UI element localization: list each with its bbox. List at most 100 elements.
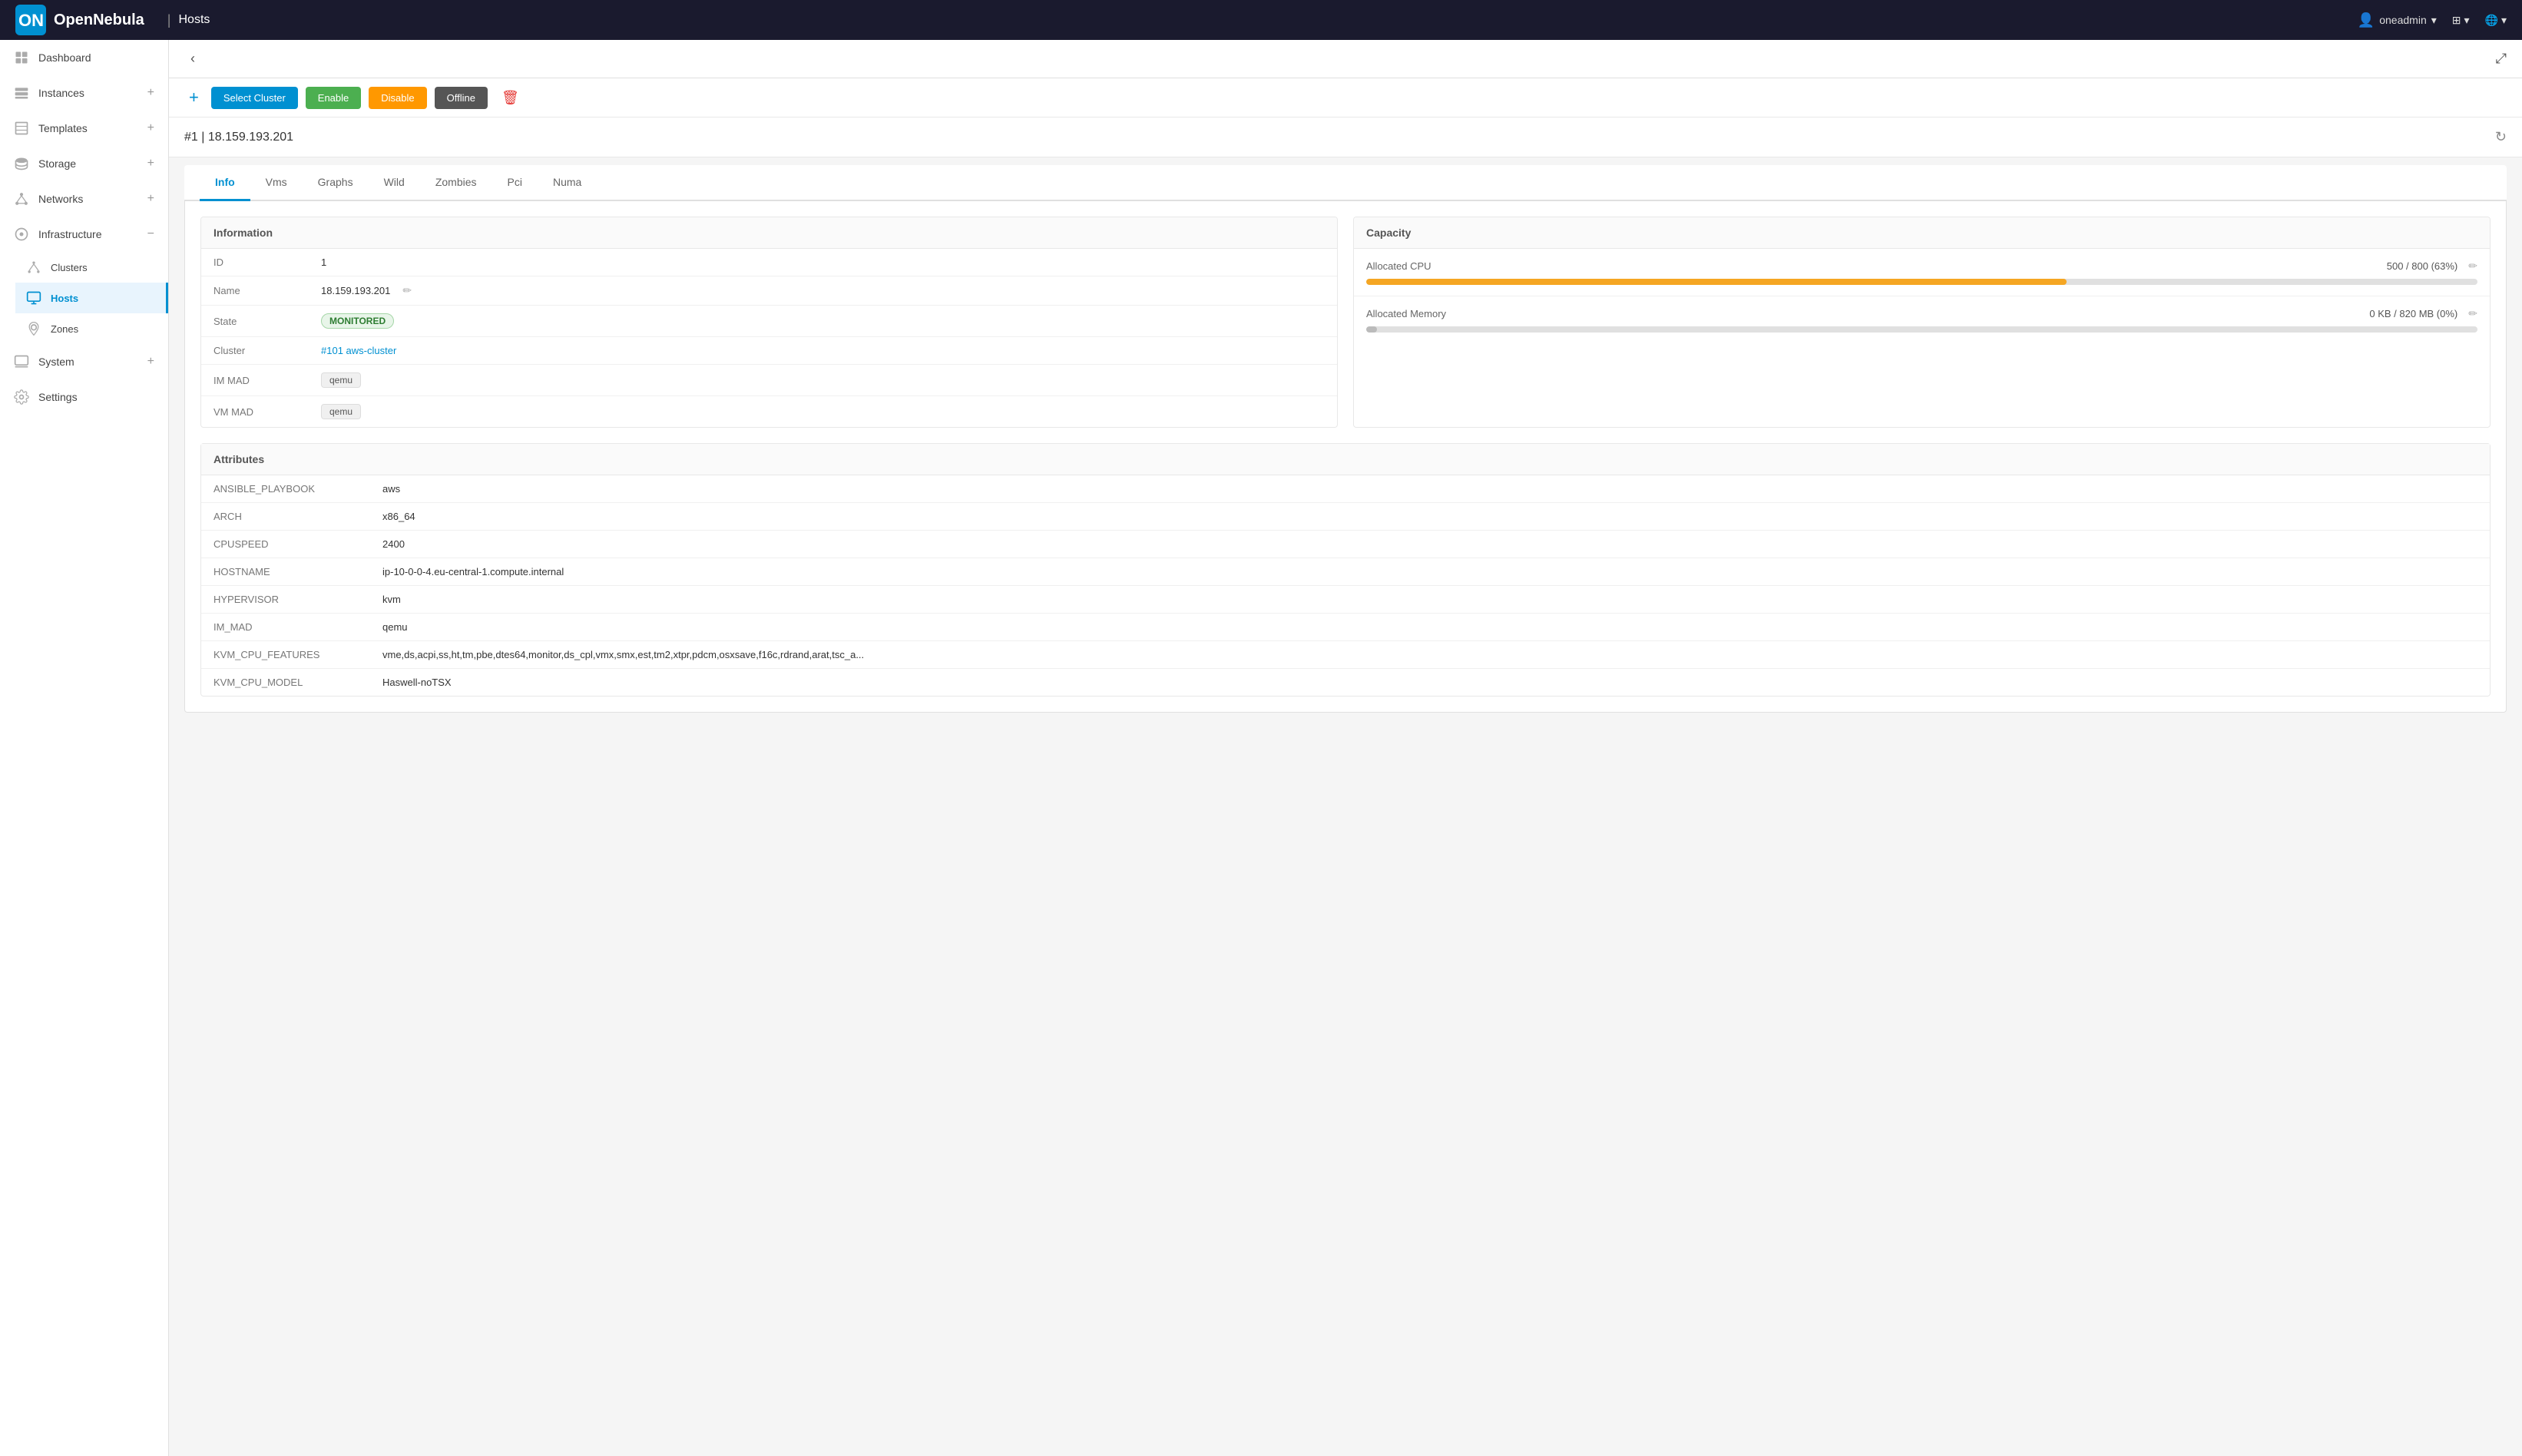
select-cluster-button[interactable]: Select Cluster	[211, 87, 298, 109]
capacity-label-memory: Allocated Memory	[1366, 308, 1446, 319]
attr-label-kvm-cpu-model: KVM_CPU_MODEL	[213, 677, 382, 688]
instances-expand-icon[interactable]: +	[147, 86, 154, 100]
attributes-panel: Attributes ANSIBLE_PLAYBOOK aws ARCH x86…	[200, 443, 2491, 697]
tab-vms[interactable]: Vms	[250, 165, 303, 201]
sidebar-label-storage: Storage	[38, 157, 76, 170]
capacity-edit-cpu[interactable]: ✏	[2468, 260, 2477, 273]
sidebar-label-instances: Instances	[38, 87, 84, 99]
disable-button[interactable]: Disable	[369, 87, 426, 109]
attr-label-ansible: ANSIBLE_PLAYBOOK	[213, 483, 382, 495]
sidebar-label-hosts: Hosts	[51, 293, 78, 304]
sidebar-item-dashboard[interactable]: Dashboard	[0, 40, 168, 75]
clusters-icon	[26, 260, 41, 275]
sidebar-item-system[interactable]: System +	[0, 344, 168, 379]
globe-menu[interactable]: 🌐 ▾	[2485, 14, 2507, 27]
attr-row-cpuspeed: CPUSPEED 2400	[201, 531, 2490, 558]
dashboard-icon	[14, 50, 29, 65]
attr-label-hypervisor: HYPERVISOR	[213, 594, 382, 605]
attr-value-arch: x86_64	[382, 511, 2477, 522]
storage-icon	[14, 156, 29, 171]
capacity-panel: Capacity Allocated CPU 500 / 800 (63%) ✏	[1353, 217, 2491, 428]
info-value-name: 18.159.193.201 ✏	[321, 284, 1325, 297]
attr-value-hostname: ip-10-0-0-4.eu-central-1.compute.interna…	[382, 566, 2477, 577]
tabs-bar: Info Vms Graphs Wild Zombies Pci Numa	[184, 165, 2507, 201]
attr-row-im-mad: IM_MAD qemu	[201, 614, 2490, 641]
capacity-header-cpu: Allocated CPU 500 / 800 (63%) ✏	[1366, 260, 2477, 273]
user-menu[interactable]: 👤 oneadmin ▾	[2358, 12, 2437, 28]
attr-value-hypervisor: kvm	[382, 594, 2477, 605]
tab-zombies[interactable]: Zombies	[420, 165, 492, 201]
cpu-progress-bg	[1366, 279, 2477, 285]
sidebar-item-hosts[interactable]: Hosts	[15, 283, 168, 313]
templates-expand-icon[interactable]: +	[147, 121, 154, 135]
cpu-progress-fill	[1366, 279, 2067, 285]
info-label-id: ID	[213, 256, 321, 268]
info-row-cluster: Cluster #101 aws-cluster	[201, 337, 1337, 365]
capacity-edit-memory[interactable]: ✏	[2468, 307, 2477, 320]
sidebar-item-zones[interactable]: Zones	[15, 313, 168, 344]
sidebar-label-infrastructure: Infrastructure	[38, 228, 101, 240]
info-label-vm-mad: VM MAD	[213, 406, 321, 418]
capacity-row-memory: Allocated Memory 0 KB / 820 MB (0%) ✏	[1354, 296, 2490, 343]
vm-mad-badge: qemu	[321, 404, 361, 419]
info-value-cluster: #101 aws-cluster	[321, 345, 1325, 356]
info-label-cluster: Cluster	[213, 345, 321, 356]
sidebar-item-storage[interactable]: Storage +	[0, 146, 168, 181]
svg-text:ON: ON	[18, 11, 44, 30]
sidebar-item-infrastructure[interactable]: Infrastructure −	[0, 217, 168, 252]
capacity-value-cpu: 500 / 800 (63%)	[2387, 260, 2458, 272]
instances-icon	[14, 85, 29, 101]
storage-expand-icon[interactable]: +	[147, 157, 154, 170]
info-row-im-mad: IM MAD qemu	[201, 365, 1337, 396]
system-icon	[14, 354, 29, 369]
sidebar-item-settings[interactable]: Settings	[0, 379, 168, 415]
name-edit-icon[interactable]: ✏	[402, 284, 412, 297]
sidebar-item-instances[interactable]: Instances +	[0, 75, 168, 111]
offline-button[interactable]: Offline	[435, 87, 488, 109]
tab-pci[interactable]: Pci	[492, 165, 538, 201]
enable-button[interactable]: Enable	[306, 87, 361, 109]
attr-label-cpuspeed: CPUSPEED	[213, 538, 382, 550]
info-row-state: State MONITORED	[201, 306, 1337, 337]
sidebar-item-templates[interactable]: Templates +	[0, 111, 168, 146]
info-label-im-mad: IM MAD	[213, 375, 321, 386]
system-expand-icon[interactable]: +	[147, 355, 154, 369]
sidebar-label-dashboard: Dashboard	[38, 51, 91, 64]
settings-icon	[14, 389, 29, 405]
sidebar-item-networks[interactable]: Networks +	[0, 181, 168, 217]
content-header: ‹ ⤢	[169, 40, 2522, 78]
infrastructure-icon	[14, 227, 29, 242]
tab-numa[interactable]: Numa	[538, 165, 597, 201]
tab-info[interactable]: Info	[200, 165, 250, 201]
grid-dropdown-icon: ▾	[2464, 14, 2470, 27]
delete-button[interactable]: 🗑	[495, 87, 525, 109]
attr-label-im-mad: IM_MAD	[213, 621, 382, 633]
refresh-button[interactable]: ↻	[2495, 129, 2507, 145]
sidebar-item-clusters[interactable]: Clusters	[15, 252, 168, 283]
information-panel-title: Information	[201, 217, 1337, 249]
info-value-vm-mad: qemu	[321, 404, 1325, 419]
logo-icon: ON	[15, 5, 46, 35]
info-value-state: MONITORED	[321, 313, 1325, 329]
templates-icon	[14, 121, 29, 136]
info-label-state: State	[213, 316, 321, 327]
app-name: OpenNebula	[54, 12, 144, 29]
tab-wild[interactable]: Wild	[369, 165, 420, 201]
tab-graphs[interactable]: Graphs	[303, 165, 369, 201]
cluster-link[interactable]: #101 aws-cluster	[321, 345, 396, 356]
capacity-panel-title: Capacity	[1354, 217, 2490, 249]
capacity-row-cpu: Allocated CPU 500 / 800 (63%) ✏	[1354, 249, 2490, 296]
content-area: ‹ ⤢ + Select Cluster Enable Disable Offl…	[169, 40, 2522, 1456]
fullscreen-button[interactable]: ⤢	[2496, 51, 2507, 67]
action-bar: + Select Cluster Enable Disable Offline …	[169, 78, 2522, 117]
add-button[interactable]: +	[184, 86, 204, 109]
networks-expand-icon[interactable]: +	[147, 192, 154, 206]
user-label: oneadmin	[2379, 14, 2427, 26]
state-badge: MONITORED	[321, 313, 394, 329]
attr-value-kvm-cpu-model: Haswell-noTSX	[382, 677, 2477, 688]
capacity-label-cpu: Allocated CPU	[1366, 260, 1431, 272]
back-button[interactable]: ‹	[184, 48, 201, 70]
user-icon: 👤	[2358, 12, 2375, 28]
grid-menu[interactable]: ⊞ ▾	[2452, 14, 2470, 27]
infrastructure-collapse-icon[interactable]: −	[147, 227, 154, 241]
